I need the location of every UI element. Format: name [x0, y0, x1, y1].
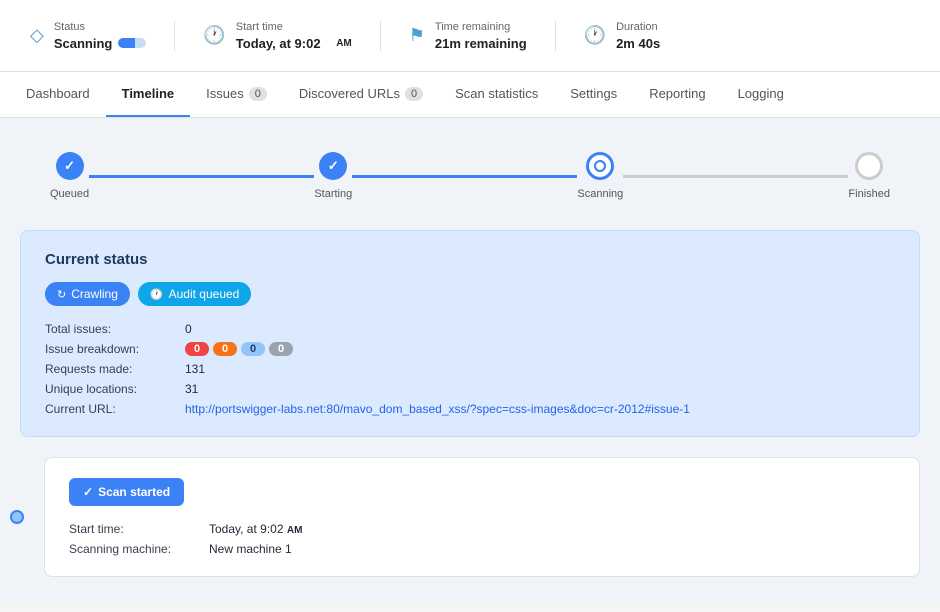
scanning-dot: [118, 38, 146, 48]
starttime-label: Start time: [236, 21, 352, 33]
status-label: Status: [54, 21, 147, 33]
issue-badges: 0 0 0 0: [185, 342, 895, 356]
tag-audit-queued: 🕐 Audit queued: [138, 282, 251, 306]
tag-crawling: ↻ Crawling: [45, 282, 130, 306]
scanning-machine-val: New machine 1: [209, 542, 895, 556]
connector-2: [352, 175, 577, 178]
scan-started-button[interactable]: ✓ Scan started: [69, 478, 184, 506]
tab-logging[interactable]: Logging: [722, 72, 800, 117]
step-finished-label: Finished: [848, 188, 890, 200]
tab-reporting[interactable]: Reporting: [633, 72, 721, 117]
starttime-value: Today, at 9:02 AM: [236, 36, 352, 51]
step-scanning-label: Scanning: [577, 188, 623, 200]
unique-locations-key: Unique locations:: [45, 382, 185, 396]
status-item-starttime: 🕐 Start time Today, at 9:02 AM: [175, 21, 380, 51]
current-url-val: http://portswigger-labs.net:80/mavo_dom_…: [185, 402, 895, 416]
tab-settings[interactable]: Settings: [554, 72, 633, 117]
duration-clock-icon: 🕐: [584, 25, 606, 46]
requests-made-val: 131: [185, 362, 895, 376]
step-starting-label: Starting: [314, 188, 352, 200]
current-status-card: Current status ↻ Crawling 🕐 Audit queued…: [20, 230, 920, 437]
issue-breakdown-key: Issue breakdown:: [45, 342, 185, 356]
status-item-status: ◇ Status Scanning: [20, 21, 175, 51]
step-queued-circle: ✓: [56, 152, 84, 180]
clock-icon: 🕐: [203, 25, 225, 46]
main-content: ✓ Queued ✓ Starting Scanning Finished: [0, 118, 940, 601]
checkmark-icon: ✓: [83, 485, 93, 499]
status-table: Total issues: 0 Issue breakdown: 0 0 0 0…: [45, 322, 895, 416]
scan-started-section: ✓ Scan started Start time: Today, at 9:0…: [44, 457, 920, 577]
tab-issues[interactable]: Issues 0: [190, 72, 283, 117]
duration-value: 2m 40s: [616, 36, 660, 51]
scan-starttime-val: Today, at 9:02 AM: [209, 522, 895, 536]
issue-breakdown-val: 0 0 0 0: [185, 342, 895, 356]
timeremaining-value: 21m remaining: [435, 36, 527, 51]
current-url-key: Current URL:: [45, 402, 185, 416]
scanning-machine-key: Scanning machine:: [69, 542, 209, 556]
scan-started-section-wrapper: ✓ Scan started Start time: Today, at 9:0…: [20, 457, 920, 577]
connector-3: [623, 175, 848, 178]
badge-medium: 0: [241, 342, 265, 356]
total-issues-val: 0: [185, 322, 895, 336]
timeline-left-dot: [10, 510, 24, 524]
step-finished-circle: [855, 152, 883, 180]
status-item-duration: 🕐 Duration 2m 40s: [556, 21, 689, 51]
badge-critical: 0: [185, 342, 209, 356]
crawling-icon: ↻: [57, 288, 66, 301]
step-scanning-circle: [586, 152, 614, 180]
tab-scan-statistics[interactable]: Scan statistics: [439, 72, 554, 117]
status-item-timeremaining: ⚑ Time remaining 21m remaining: [381, 21, 556, 51]
total-issues-key: Total issues:: [45, 322, 185, 336]
timeline-track: ✓ Queued ✓ Starting Scanning Finished: [20, 142, 920, 230]
connector-1: [89, 175, 314, 178]
timeremaining-label: Time remaining: [435, 21, 527, 33]
tab-discovered-urls[interactable]: Discovered URLs 0: [283, 72, 439, 117]
unique-locations-val: 31: [185, 382, 895, 396]
status-value: Scanning: [54, 36, 147, 51]
badge-high: 0: [213, 342, 237, 356]
flag-icon: ⚑: [409, 25, 425, 46]
urls-badge: 0: [405, 87, 423, 101]
requests-made-key: Requests made:: [45, 362, 185, 376]
scan-started-table: Start time: Today, at 9:02 AM Scanning m…: [69, 522, 895, 556]
clock-small-icon: 🕐: [150, 288, 164, 301]
tab-timeline[interactable]: Timeline: [106, 72, 191, 117]
badge-low: 0: [269, 342, 293, 356]
issues-badge: 0: [249, 87, 267, 101]
shield-icon: ◇: [30, 25, 44, 46]
step-starting: ✓ Starting: [314, 152, 352, 200]
scan-starttime-key: Start time:: [69, 522, 209, 536]
timeline-line: ✓ Queued ✓ Starting Scanning Finished: [50, 152, 890, 200]
status-bar: ◇ Status Scanning 🕐 Start time Today, at…: [0, 0, 940, 72]
duration-label: Duration: [616, 21, 660, 33]
status-tags: ↻ Crawling 🕐 Audit queued: [45, 282, 895, 306]
step-queued-label: Queued: [50, 188, 89, 200]
current-status-title: Current status: [45, 251, 895, 268]
step-scanning: Scanning: [577, 152, 623, 200]
step-finished: Finished: [848, 152, 890, 200]
nav-tabs: Dashboard Timeline Issues 0 Discovered U…: [0, 72, 940, 118]
tab-dashboard[interactable]: Dashboard: [10, 72, 106, 117]
step-starting-circle: ✓: [319, 152, 347, 180]
step-queued: ✓ Queued: [50, 152, 89, 200]
